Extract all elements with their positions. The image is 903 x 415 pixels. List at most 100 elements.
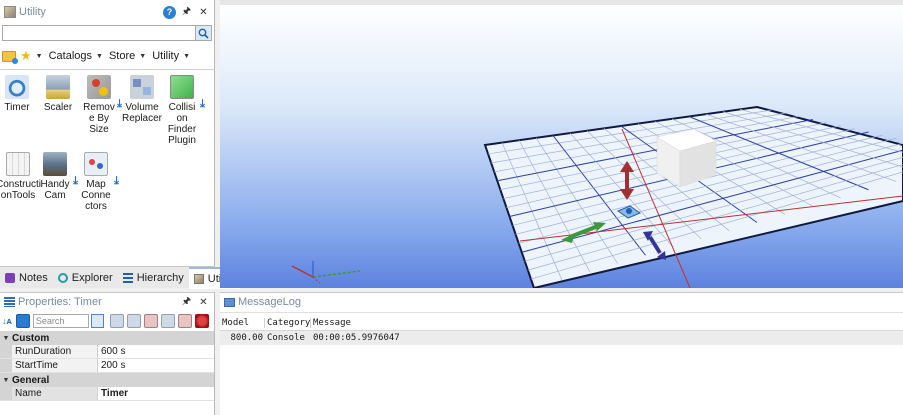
tool-collision-finder[interactable]: ⤓ Collisi on Finder Plugin [162, 75, 205, 146]
tab-label: Hierarchy [136, 271, 184, 284]
catalog-nav: ★ ▼ Catalogs ▼ Store ▼ Utility ▼ [0, 45, 214, 67]
toolbar-action-icon[interactable] [178, 314, 193, 328]
property-row[interactable]: StartTime 200 s [0, 359, 214, 373]
close-icon[interactable]: ✕ [197, 6, 210, 19]
hierarchy-icon [122, 272, 133, 283]
favorites-star-icon[interactable]: ★ [20, 48, 32, 64]
tool-label: Replacer [121, 113, 163, 124]
tool-label: ctors [85, 201, 107, 212]
panel-tabs: Notes Explorer Hierarchy Utility [0, 266, 240, 289]
chevron-down-icon[interactable]: ▼ [36, 53, 43, 60]
cell-model: 800.00 [230, 333, 263, 343]
tool-label: Scaler [43, 102, 73, 113]
message-log-title: MessageLog [238, 296, 301, 308]
tool-scaler[interactable]: Scaler [38, 75, 78, 113]
property-name: StartTime [12, 359, 98, 372]
property-value[interactable]: 200 s [98, 359, 214, 372]
tool-label: Volume [125, 102, 159, 113]
properties-search-input[interactable]: Search [32, 314, 89, 328]
toolbar-action-icon[interactable] [110, 314, 125, 328]
nav-store[interactable]: Store [109, 50, 135, 62]
property-value[interactable]: Timer [98, 387, 214, 400]
tool-construction-tools[interactable]: Constructi onTools [0, 152, 42, 201]
chevron-down-icon[interactable]: ▼ [139, 53, 146, 60]
property-category-label: Custom [12, 332, 50, 344]
cell-message: 00:00:05.9976047 [313, 333, 400, 343]
tool-handy-cam[interactable]: ⤓ Handy Cam [35, 152, 78, 201]
utility-panel-title: Utility [19, 6, 46, 18]
utility-search-input[interactable] [3, 26, 195, 40]
property-category-label: General [12, 374, 50, 386]
sort-alphabetical-icon[interactable]: ↓ᴀ [2, 316, 16, 326]
tool-timer[interactable]: Timer [0, 75, 37, 113]
delete-icon[interactable] [195, 314, 209, 328]
property-name: RunDuration [12, 345, 98, 358]
download-icon[interactable]: ⤓ [114, 176, 119, 187]
chevron-down-icon[interactable]: ▼ [183, 53, 190, 60]
volume-replacer-icon [130, 75, 154, 99]
tab-hierarchy[interactable]: Hierarchy [118, 267, 189, 289]
utility-icon [193, 273, 204, 284]
divider [220, 312, 903, 313]
tool-grid: Timer Scaler ⤓ Remov e By Size Volume Re… [0, 70, 214, 265]
collapse-icon: ▼ [2, 334, 10, 342]
nav-utility[interactable]: Utility [152, 50, 179, 62]
close-icon[interactable]: ✕ [197, 296, 210, 309]
properties-toolbar: ↓ᴀ Search [0, 311, 214, 331]
toolbar-action-icon[interactable] [127, 314, 142, 328]
download-icon[interactable]: ⤓ [200, 99, 205, 110]
properties-icon [4, 297, 15, 307]
search-icon[interactable] [195, 26, 211, 40]
search-icon[interactable] [90, 314, 105, 328]
tool-map-connectors[interactable]: ⤓ Map Conne ctors [76, 152, 119, 212]
message-log-header: Model Category Message [220, 316, 903, 331]
property-row[interactable]: RunDuration 600 s [0, 345, 214, 359]
tool-remove-by-size[interactable]: ⤓ Remov e By Size [79, 75, 122, 135]
tab-notes[interactable]: Notes [0, 267, 53, 289]
tab-label: Explorer [71, 271, 113, 284]
pin-icon[interactable]: 🖈 [180, 6, 193, 19]
tool-label: Finder [167, 124, 197, 135]
message-log-titlebar: MessageLog [220, 293, 903, 311]
table-row[interactable]: 800.00 Console 00:00:05.9976047 [220, 331, 903, 345]
timer-icon [5, 75, 29, 99]
pin-icon[interactable]: 🖈 [180, 296, 193, 309]
column-header-category[interactable]: Category [265, 318, 311, 328]
property-category[interactable]: ▼ Custom [0, 331, 214, 345]
property-category[interactable]: ▼ General [0, 373, 214, 387]
tool-label: Timer [4, 102, 30, 113]
toolbar-action-icon[interactable] [144, 314, 159, 328]
nav-catalogs[interactable]: Catalogs [49, 50, 92, 62]
tool-label: Size [89, 124, 109, 135]
3d-viewport[interactable] [220, 0, 903, 288]
open-folder-icon[interactable] [2, 50, 18, 64]
properties-titlebar: Properties: Timer 🖈 ✕ [0, 293, 214, 311]
chevron-down-icon[interactable]: ▼ [96, 53, 103, 60]
tool-label: Collisi [168, 102, 196, 113]
map-connectors-icon [84, 152, 108, 176]
scaler-icon [46, 75, 70, 99]
tool-label: onTools [0, 190, 36, 201]
column-header-model[interactable]: Model [220, 318, 265, 328]
property-value[interactable]: 600 s [98, 345, 214, 358]
axis-indicator [291, 261, 361, 284]
toolbar-action-icon[interactable] [161, 314, 176, 328]
utility-panel: Utility ? 🖈 ✕ ★ ▼ Catalogs ▼ Store ▼ Uti… [0, 0, 240, 289]
tool-label: Constructi [0, 179, 42, 190]
utility-search-box [2, 25, 212, 41]
remove-by-size-icon [87, 75, 111, 99]
message-log-panel: MessageLog Model Category Message 800.00… [220, 292, 903, 415]
help-icon[interactable]: ? [163, 5, 176, 19]
collision-finder-icon [170, 75, 194, 99]
categorized-icon[interactable] [15, 314, 30, 328]
column-header-message[interactable]: Message [311, 318, 903, 328]
notes-icon [5, 272, 15, 283]
tool-label: Map [86, 179, 106, 190]
tool-label: Cam [44, 190, 66, 201]
tab-explorer[interactable]: Explorer [53, 267, 118, 289]
explorer-icon [57, 272, 68, 283]
handy-cam-icon [43, 152, 67, 176]
property-row[interactable]: Name Timer [0, 387, 214, 401]
tool-volume-replacer[interactable]: Volume Replacer [120, 75, 164, 124]
tab-label: Notes [19, 271, 48, 284]
